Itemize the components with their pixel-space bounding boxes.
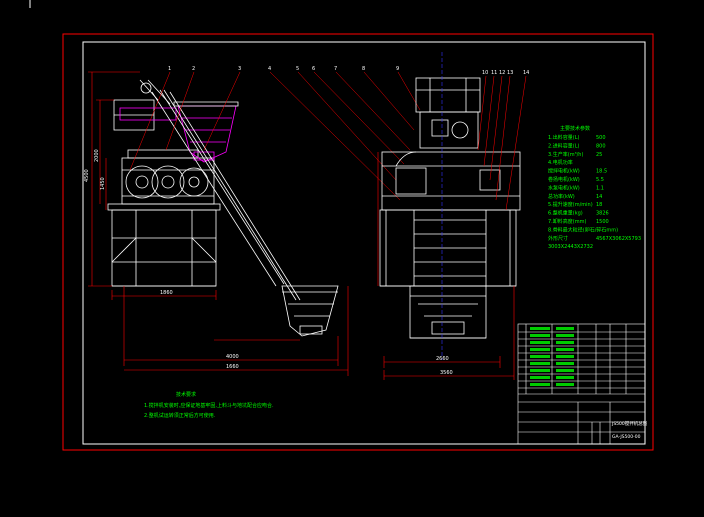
spec-label: 卷扬电机(kW)	[548, 176, 580, 183]
balloon-1: 1	[168, 66, 171, 72]
parts-list-entry	[556, 334, 574, 337]
spec-label: 总功率(kW)	[548, 193, 575, 200]
dim-small-width: 1660	[226, 364, 239, 370]
dim-overall-height: 4500	[84, 169, 90, 182]
spec-value: 1.1	[596, 185, 604, 191]
spec-label: 3.生产率(m³/h)	[548, 151, 583, 158]
spec-value: 3003X2443X2732	[548, 244, 593, 250]
parts-list-entry	[530, 376, 550, 379]
cad-drawing: 1 2 3 4 5 6 7 8 9 4500 2000 1450 1860 40…	[0, 0, 704, 517]
parts-list-entry	[530, 327, 550, 330]
spec-value: 18	[596, 202, 602, 208]
parts-list-entry	[556, 383, 574, 386]
dim-total-width: 4000	[226, 354, 239, 360]
spec-value: 18.5	[596, 169, 607, 175]
spec-label: 1.出料容量(L)	[548, 134, 580, 141]
spec-value: 14	[596, 194, 602, 200]
parts-list-entry	[530, 348, 550, 351]
dim-upper-height: 2000	[94, 149, 100, 162]
title-block-name: JS500搅拌机总图	[611, 420, 648, 427]
balloon-8: 8	[362, 66, 365, 72]
parts-list-entry	[530, 369, 550, 372]
balloon-11: 11	[491, 70, 497, 76]
spec-value: 3826	[596, 211, 609, 217]
spec-label: 4.电机功率	[548, 159, 573, 166]
dim-base-width: 1860	[160, 290, 173, 296]
title-block-number: GA-JS500-00	[612, 434, 641, 440]
spec-value: 500	[596, 135, 606, 141]
parts-list-entry	[556, 341, 574, 344]
spec-value: 5.5	[596, 177, 604, 183]
parts-list-entry	[556, 362, 574, 365]
parts-list-entry	[556, 348, 574, 351]
balloon-10: 10	[482, 70, 488, 76]
dim-right-base: 2660	[436, 356, 449, 362]
spec-value: 25	[596, 152, 602, 158]
spec-label: 8.骨料最大粒径(卵石/碎石mm)	[548, 226, 618, 233]
balloon-2: 2	[192, 66, 195, 72]
parts-list-entry	[530, 341, 550, 344]
spec-label: 水泵电机(kW)	[548, 184, 580, 191]
balloon-5: 5	[296, 66, 299, 72]
specs-header: 主要技术参数	[560, 125, 590, 132]
spec-label: 5.提升速度(m/min)	[548, 201, 593, 208]
parts-list-entry	[556, 327, 574, 330]
dim-mid-height: 1450	[100, 177, 106, 190]
balloon-4: 4	[268, 66, 271, 72]
spec-label: 6.整机重量(kg)	[548, 210, 583, 217]
spec-value: 800	[596, 143, 606, 149]
balloon-6: 6	[312, 66, 315, 72]
parts-list-entry	[556, 376, 574, 379]
spec-label: 2.进料容量(L)	[548, 142, 580, 149]
background	[0, 0, 704, 517]
balloon-14: 14	[523, 70, 529, 76]
notes-line-2: 2.整机试运转须正常后方可使用.	[144, 412, 216, 419]
spec-label: 搅拌电机(kW)	[548, 168, 580, 175]
balloon-13: 13	[507, 70, 513, 76]
parts-list-entry	[530, 362, 550, 365]
notes-line-1: 1.搅拌机安装时,应保证地基牢固,上料斗与地坑配合应吻合.	[144, 402, 274, 409]
balloon-3: 3	[238, 66, 241, 72]
balloon-7: 7	[334, 66, 337, 72]
spec-label: 外形尺寸	[548, 235, 568, 242]
parts-list-entry	[556, 369, 574, 372]
spec-value: 4567X3062X5793	[596, 236, 641, 242]
parts-list-entry	[530, 355, 550, 358]
dim-right-total: 3560	[440, 370, 453, 376]
spec-value: 1500	[596, 219, 609, 225]
parts-list-entry	[530, 334, 550, 337]
parts-list-entry	[556, 355, 574, 358]
parts-list-entry	[530, 383, 550, 386]
notes-title: 技术要求	[176, 391, 196, 398]
spec-label: 7.卸料高度(mm)	[548, 218, 586, 225]
balloon-9: 9	[396, 66, 399, 72]
balloon-12: 12	[499, 70, 505, 76]
